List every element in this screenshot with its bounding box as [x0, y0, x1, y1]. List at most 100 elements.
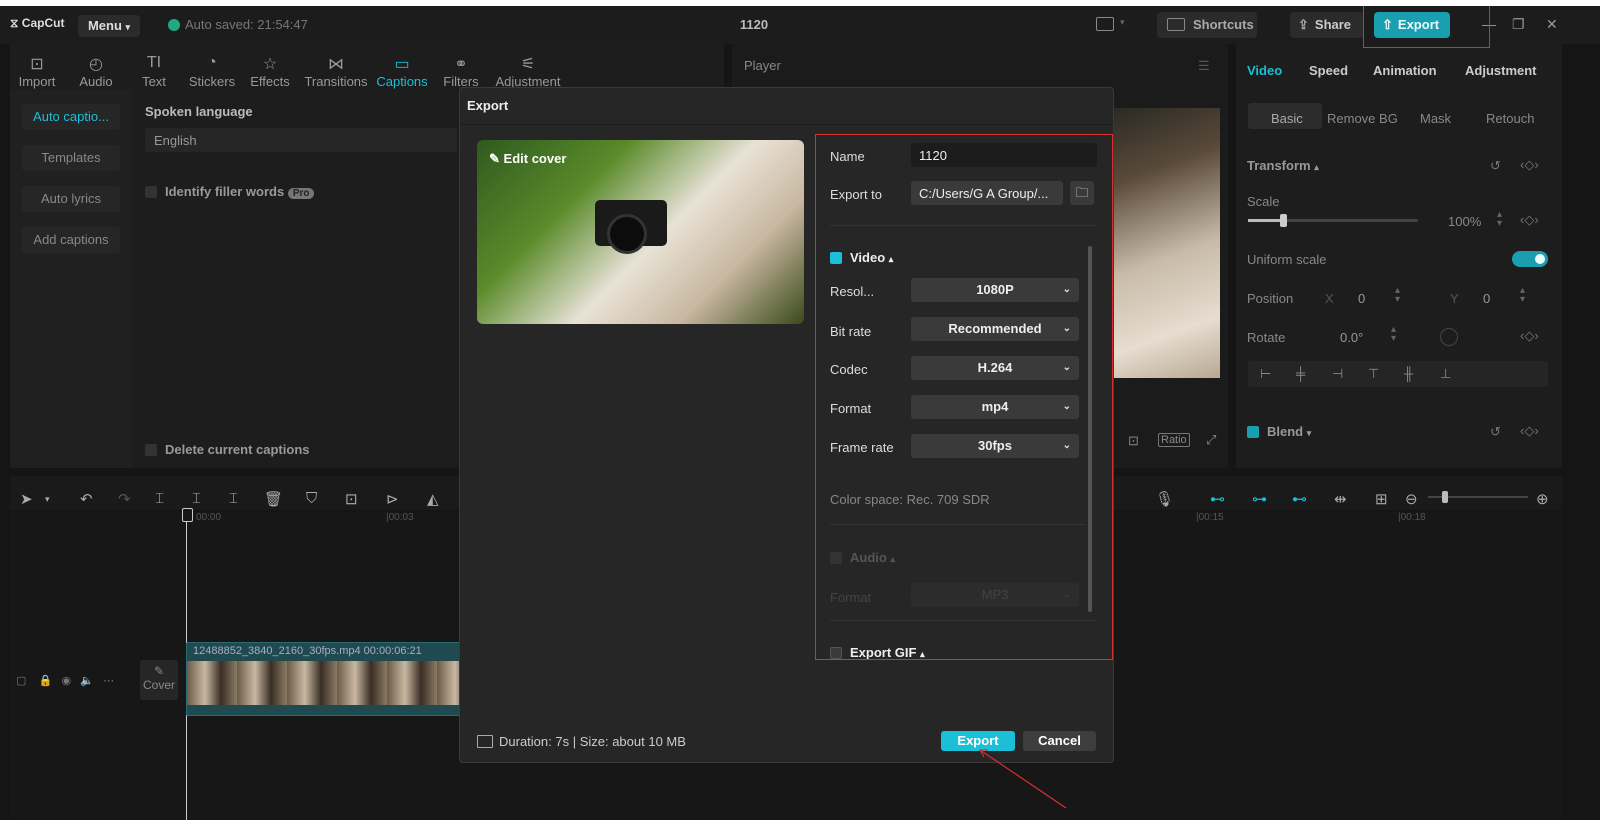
cover-thumbnail[interactable]: ✎ Edit cover — [477, 140, 804, 324]
scale-value[interactable]: 100% — [1448, 214, 1481, 229]
tab-speed[interactable]: Speed — [1309, 63, 1348, 78]
share-button[interactable]: ⇪ Share — [1290, 12, 1364, 38]
video-clip[interactable]: 12488852_3840_2160_30fps.mp4 00:00:06:21 — [186, 642, 462, 716]
close-icon[interactable]: ✕ — [1546, 16, 1558, 33]
keyframe-icon[interactable]: ‹◇› — [1520, 328, 1539, 344]
tool-adjustment[interactable]: ⚟ Adjustment — [492, 54, 564, 89]
reset-icon[interactable]: ↺ — [1490, 424, 1501, 440]
tool-captions[interactable]: ▭ Captions — [374, 54, 430, 89]
select-tool-icon[interactable]: ➤ — [20, 490, 33, 508]
language-select[interactable]: English — [145, 128, 457, 152]
split-right-icon[interactable]: ⌶ — [229, 490, 238, 507]
rotate-input[interactable]: 0.0° — [1340, 330, 1363, 345]
keyframe-icon[interactable]: ‹◇› — [1520, 212, 1539, 228]
delete-captions-option[interactable]: Delete current captions — [145, 442, 310, 457]
sidebar-item-add-captions[interactable]: Add captions — [22, 227, 120, 253]
pro-badge: Pro — [287, 188, 315, 199]
tool-import[interactable]: ⊡ Import — [14, 54, 60, 89]
shortcuts-button[interactable]: Shortcuts — [1157, 12, 1257, 38]
transform-section[interactable]: Transform ▴ — [1247, 158, 1319, 173]
align-left-icon[interactable]: ⊢ — [1260, 366, 1271, 382]
chevron-down-icon[interactable]: ▾ — [45, 494, 50, 505]
tab-adjustment[interactable]: Adjustment — [1465, 63, 1537, 78]
maximize-icon[interactable]: ❐ — [1512, 16, 1525, 33]
layout-icon[interactable] — [1096, 17, 1114, 31]
pos-y-input[interactable]: 0 — [1483, 291, 1490, 306]
edit-cover-button[interactable]: ✎ Edit cover — [489, 151, 566, 167]
scale-slider[interactable] — [1248, 214, 1418, 227]
stepper-icon[interactable]: ▴ ▾ — [1391, 325, 1396, 344]
tool-text[interactable]: TI Text — [134, 54, 174, 89]
chevron-down-icon[interactable]: ▾ — [1120, 17, 1125, 28]
freeze-icon[interactable]: ⊡ — [345, 490, 358, 508]
delete-icon[interactable]: 🗑 — [264, 490, 283, 508]
pos-x-input[interactable]: 0 — [1358, 291, 1365, 306]
slider-handle[interactable] — [1442, 491, 1448, 503]
align-top-icon[interactable]: ⊤ — [1368, 366, 1379, 382]
zoom-in-icon[interactable]: ⊕ — [1536, 490, 1549, 508]
zoom-slider[interactable] — [1428, 491, 1528, 503]
align-middle-icon[interactable]: ╫ — [1404, 366, 1413, 381]
align-right-icon[interactable]: ⊣ — [1332, 366, 1343, 382]
edit-icon: ✎ — [489, 151, 500, 166]
uniform-scale-label: Uniform scale — [1247, 252, 1327, 267]
tab-animation[interactable]: Animation — [1373, 63, 1437, 78]
ratio-button[interactable]: Ratio — [1158, 433, 1190, 447]
eye-icon[interactable]: ◉ — [62, 675, 72, 687]
zoom-icon[interactable]: ⊡ — [1128, 433, 1139, 449]
blend-section[interactable]: Blend ▾ — [1247, 424, 1311, 439]
mirror-icon[interactable]: ◭ — [427, 490, 439, 508]
sidebar-item-templates[interactable]: Templates — [22, 145, 120, 171]
tool-filters[interactable]: ⚭ Filters — [440, 54, 482, 89]
track-toggle-icon[interactable]: ▢ — [16, 675, 26, 687]
fullscreen-icon[interactable]: ⤢ — [1206, 432, 1216, 448]
video-preview — [1112, 108, 1220, 378]
share-icon: ⇪ — [1298, 17, 1309, 32]
export-highlight-box — [1363, 6, 1490, 48]
reset-icon[interactable]: ↺ — [1490, 158, 1501, 174]
lock-icon[interactable]: 🔒 — [39, 675, 53, 687]
sidebar-item-auto-lyrics[interactable]: Auto lyrics — [22, 186, 120, 212]
magnet-icon[interactable]: ⊶ — [1252, 490, 1267, 508]
subtab-retouch[interactable]: Retouch — [1486, 111, 1534, 126]
stepper-icon[interactable]: ▴ ▾ — [1497, 210, 1502, 229]
subtab-remove-bg[interactable]: Remove BG — [1327, 111, 1398, 126]
chevron-up-icon: ▴ — [1314, 162, 1319, 172]
zoom-out-icon[interactable]: ⊖ — [1405, 490, 1418, 508]
subtab-mask[interactable]: Mask — [1420, 111, 1451, 126]
uniform-scale-toggle[interactable] — [1512, 251, 1548, 267]
snap-icon[interactable]: ⊷ — [1292, 490, 1307, 508]
clip-thumbnails — [187, 661, 461, 705]
tool-effects[interactable]: ☆ Effects — [248, 54, 292, 89]
redo-icon[interactable]: ↷ — [118, 490, 131, 508]
filler-words-option[interactable]: Identify filler words Pro — [145, 184, 315, 199]
microphone-icon[interactable]: 🎙 — [1155, 490, 1174, 508]
tool-transitions[interactable]: ⋈ Transitions — [302, 54, 370, 89]
stepper-icon[interactable]: ▴ ▾ — [1395, 286, 1400, 305]
tool-audio[interactable]: ◴ Audio — [74, 54, 118, 89]
stepper-icon[interactable]: ▴ ▾ — [1520, 286, 1525, 305]
preview-icon[interactable]: ⊞ — [1375, 490, 1388, 508]
transitions-icon: ⋈ — [328, 56, 344, 73]
keyframe-icon[interactable]: ‹◇› — [1520, 157, 1539, 173]
slider-handle[interactable] — [1280, 214, 1287, 227]
align-bottom-icon[interactable]: ⊥ — [1440, 366, 1451, 382]
tool-stickers[interactable]: ◔ Stickers — [186, 54, 238, 89]
link-icon[interactable]: ⊷ — [1210, 490, 1225, 508]
split-left-icon[interactable]: ⌶ — [192, 490, 201, 507]
menu-icon[interactable]: ☰ — [1198, 58, 1210, 74]
undo-icon[interactable]: ↶ — [80, 490, 93, 508]
split-view-icon[interactable]: ⇹ — [1334, 490, 1347, 508]
cover-button[interactable]: ✎ Cover — [140, 660, 178, 700]
align-center-icon[interactable]: ╪ — [1296, 366, 1305, 381]
rotate-dial-icon[interactable] — [1440, 328, 1458, 346]
play-reverse-icon[interactable]: ⊳ — [386, 490, 399, 508]
sidebar-item-auto-captions[interactable]: Auto captio... — [22, 104, 120, 130]
keyframe-icon[interactable]: ‹◇› — [1520, 423, 1539, 439]
mute-icon[interactable]: 🔈 — [80, 675, 94, 687]
tab-video[interactable]: Video — [1247, 63, 1282, 78]
marker-icon[interactable]: ⛉ — [306, 490, 317, 507]
more-icon[interactable]: ⋯ — [103, 675, 114, 687]
playhead-handle[interactable] — [182, 508, 193, 522]
split-icon[interactable]: ⌶ — [155, 490, 164, 507]
